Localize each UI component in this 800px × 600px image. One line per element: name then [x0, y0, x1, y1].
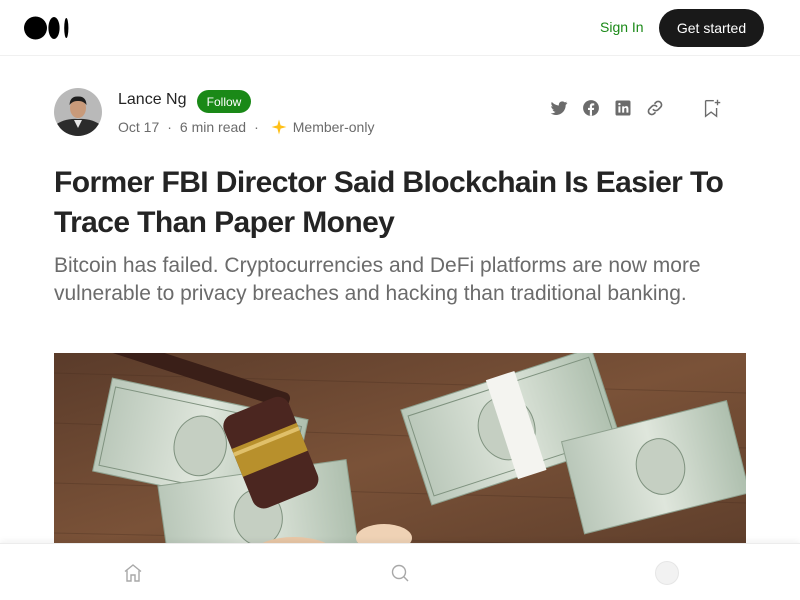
sign-in-link[interactable]: Sign In	[600, 19, 644, 35]
link-icon[interactable]	[645, 98, 665, 118]
bookmark-icon[interactable]	[701, 97, 723, 119]
publish-date: Oct 17	[118, 119, 160, 135]
home-icon[interactable]	[121, 561, 145, 585]
profile-avatar[interactable]	[655, 561, 679, 585]
meta-separator: ·	[167, 119, 172, 135]
article-subtitle: Bitcoin has failed. Cryptocurrencies and…	[54, 254, 701, 305]
follow-button[interactable]: Follow	[197, 90, 251, 113]
author-avatar[interactable]	[54, 88, 102, 136]
star-icon	[271, 119, 287, 135]
article-title: Former FBI Director Said Blockchain Is E…	[54, 166, 724, 239]
read-time: 6 min read	[179, 119, 247, 135]
search-icon[interactable]	[388, 561, 412, 585]
twitter-icon[interactable]	[549, 98, 569, 118]
medium-logo-icon[interactable]	[24, 16, 70, 40]
bottom-navigation-bar	[0, 543, 800, 600]
member-only-label: Member-only	[292, 119, 375, 135]
author-name[interactable]: Lance Ng	[118, 91, 187, 109]
article-meta: Oct 17 · 6 min read · Member-only	[118, 119, 374, 135]
hero-image	[54, 353, 746, 553]
facebook-icon[interactable]	[581, 98, 601, 118]
meta-separator: ·	[254, 119, 259, 135]
linkedin-icon[interactable]	[613, 98, 633, 118]
get-started-button[interactable]: Get started	[659, 9, 764, 47]
top-navigation-bar: Sign In Get started	[0, 0, 800, 56]
